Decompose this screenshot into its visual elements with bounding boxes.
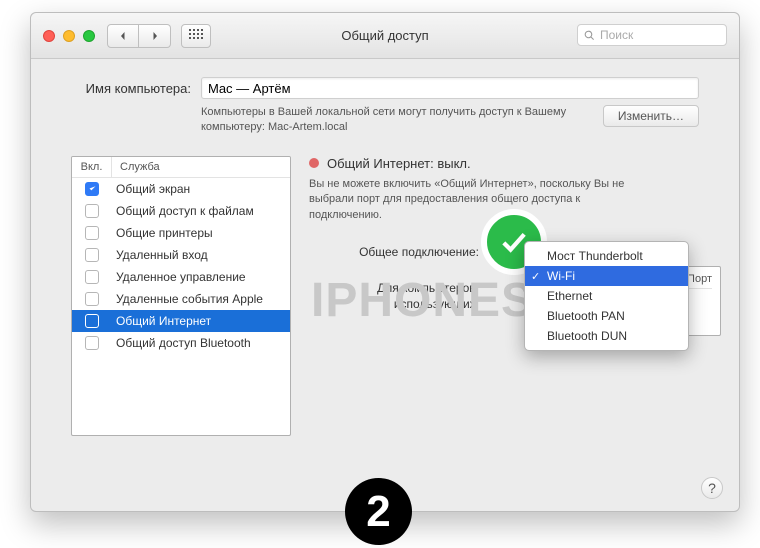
service-checkbox[interactable] <box>85 292 99 306</box>
computer-name-input[interactable] <box>201 77 699 99</box>
service-checkbox[interactable] <box>85 182 99 196</box>
computer-name-hint: Компьютеры в Вашей локальной сети могут … <box>201 105 591 136</box>
dropdown-item-label: Ethernet <box>547 289 592 303</box>
check-icon: ✓ <box>531 270 540 283</box>
sharing-preferences-window: Общий доступ Поиск Имя компьютера: Компь… <box>30 12 740 512</box>
service-checkbox[interactable] <box>85 270 99 284</box>
service-row[interactable]: Удаленный вход <box>72 244 290 266</box>
services-header: Вкл. Служба <box>72 157 290 178</box>
computer-name-label: Имя компьютера: <box>71 81 191 96</box>
dropdown-item[interactable]: Ethernet <box>525 286 688 306</box>
service-name: Общий экран <box>112 182 290 196</box>
dropdown-item[interactable]: Мост Thunderbolt <box>525 246 688 266</box>
service-row[interactable]: Общие принтеры <box>72 222 290 244</box>
dropdown-item-label: Wi-Fi <box>547 269 575 283</box>
service-name: Общий доступ к файлам <box>112 204 290 218</box>
service-checkbox[interactable] <box>85 226 99 240</box>
edit-button[interactable]: Изменить… <box>603 105 699 127</box>
service-row[interactable]: Общий доступ Bluetooth <box>72 332 290 354</box>
col-enabled: Вкл. <box>72 157 112 177</box>
service-name: Общий Интернет <box>112 314 290 328</box>
service-checkbox[interactable] <box>85 314 99 328</box>
connection-label: Общее подключение: <box>309 245 479 259</box>
dropdown-item-label: Bluetooth DUN <box>547 329 627 343</box>
service-name: Общие принтеры <box>112 226 290 240</box>
service-row[interactable]: Общий доступ к файлам <box>72 200 290 222</box>
service-row[interactable]: Удаленные события Apple <box>72 288 290 310</box>
search-input[interactable]: Поиск <box>577 24 727 46</box>
maximize-button[interactable] <box>83 30 95 42</box>
grid-icon <box>189 29 203 43</box>
computer-name-section: Имя компьютера: Компьютеры в Вашей локал… <box>31 59 739 148</box>
service-row[interactable]: Общий экран <box>72 178 290 200</box>
status-indicator-off <box>309 158 319 168</box>
status-description: Вы не можете включить «Общий Интернет», … <box>309 177 649 223</box>
service-row[interactable]: Удаленное управление <box>72 266 290 288</box>
chevron-left-icon <box>118 31 128 41</box>
status-title: Общий Интернет: выкл. <box>327 156 471 171</box>
service-checkbox[interactable] <box>85 248 99 262</box>
service-checkbox[interactable] <box>85 336 99 350</box>
services-list: Вкл. Служба Общий экран Общий доступ к фа… <box>71 156 291 436</box>
titlebar: Общий доступ Поиск <box>31 13 739 59</box>
step-number-badge: 2 <box>345 478 412 545</box>
help-button[interactable]: ? <box>701 477 723 499</box>
search-icon <box>584 30 595 41</box>
close-button[interactable] <box>43 30 55 42</box>
col-service: Служба <box>112 157 290 177</box>
connection-dropdown-menu: Мост Thunderbolt ✓ Wi-Fi Ethernet Bluetooth … <box>524 241 689 351</box>
ports-label: Для компьютеров, использующих: <box>309 281 479 312</box>
traffic-lights <box>43 30 95 42</box>
service-row[interactable]: Общий Интернет <box>72 310 290 332</box>
chevron-right-icon <box>150 31 160 41</box>
dropdown-item[interactable]: ✓ Wi-Fi <box>525 266 688 286</box>
back-button[interactable] <box>107 24 139 48</box>
service-name: Удаленный вход <box>112 248 290 262</box>
dropdown-item[interactable]: Bluetooth PAN <box>525 306 688 326</box>
service-name: Удаленное управление <box>112 270 290 284</box>
show-all-button[interactable] <box>181 24 211 48</box>
dropdown-item[interactable]: Bluetooth DUN <box>525 326 688 346</box>
service-name: Общий доступ Bluetooth <box>112 336 290 350</box>
minimize-button[interactable] <box>63 30 75 42</box>
service-name: Удаленные события Apple <box>112 292 290 306</box>
forward-button[interactable] <box>139 24 171 48</box>
dropdown-item-label: Bluetooth PAN <box>547 309 625 323</box>
search-placeholder: Поиск <box>600 28 633 42</box>
dropdown-item-label: Мост Thunderbolt <box>547 249 643 263</box>
service-checkbox[interactable] <box>85 204 99 218</box>
nav-segments <box>107 24 171 48</box>
